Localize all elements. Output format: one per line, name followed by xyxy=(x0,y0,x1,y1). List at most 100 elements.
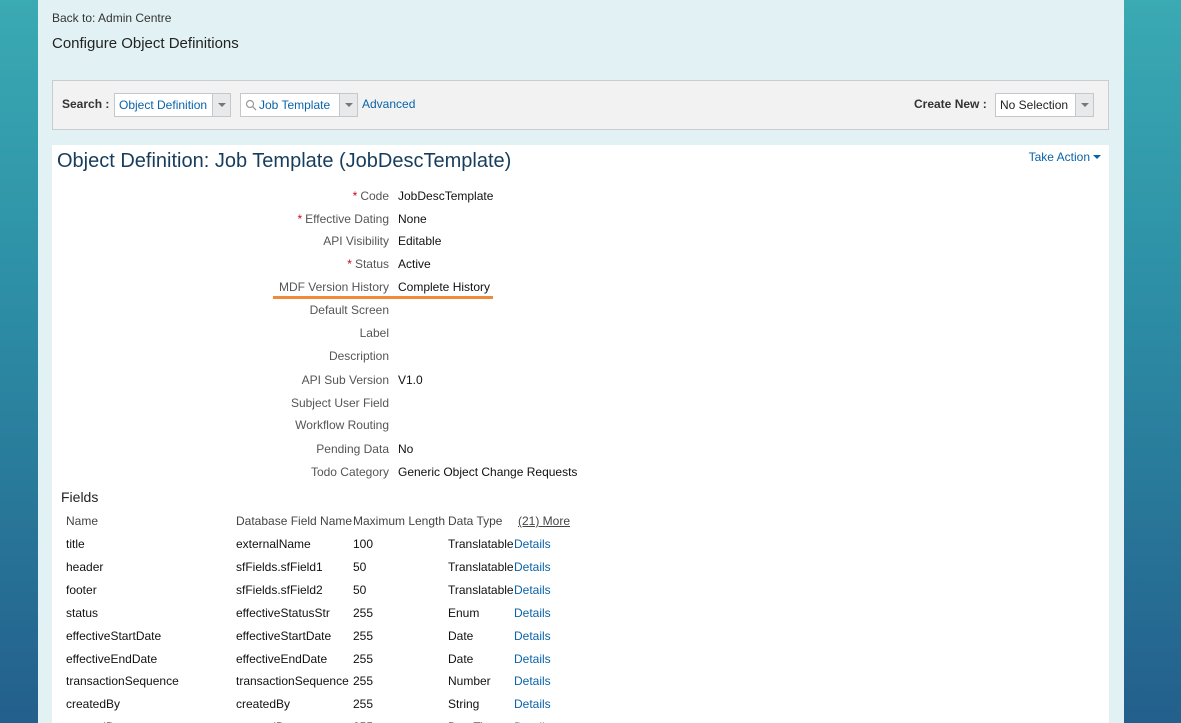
property-label: MDF Version History xyxy=(278,280,389,294)
property-value: V1.0 xyxy=(398,373,423,387)
property-row: Label xyxy=(52,326,752,346)
field-cell: Translatable xyxy=(448,560,514,574)
chevron-down-icon[interactable] xyxy=(339,94,357,116)
field-cell: String xyxy=(448,697,480,711)
field-cell: header xyxy=(66,560,104,574)
field-cell: effectiveEndDate xyxy=(66,652,158,666)
property-label: API Sub Version xyxy=(301,373,389,387)
advanced-search-link[interactable]: Advanced xyxy=(362,97,415,111)
field-details-link[interactable]: Details xyxy=(514,652,551,666)
property-label: API Visibility xyxy=(323,234,389,248)
chevron-down-icon[interactable] xyxy=(1075,94,1093,116)
property-row: Subject User Field xyxy=(52,396,752,416)
search-type-value: Object Definition xyxy=(119,98,208,112)
column-header-max-length: Maximum Length xyxy=(353,514,446,528)
search-object-value: Job Template xyxy=(259,98,331,112)
property-row: * Status Active xyxy=(52,257,752,277)
required-asterisk: * xyxy=(347,257,352,271)
caret-down-icon xyxy=(1093,155,1101,159)
field-cell: 255 xyxy=(353,697,374,711)
required-asterisk: * xyxy=(297,212,303,226)
property-label: Label xyxy=(359,326,389,340)
property-label: Workflow Routing xyxy=(295,418,389,432)
field-cell: Translatable xyxy=(448,537,514,551)
field-cell: Date xyxy=(448,629,474,643)
field-cell: 255 xyxy=(353,674,374,688)
field-cell: 255 xyxy=(353,629,374,643)
property-value: None xyxy=(398,212,427,226)
more-columns-link[interactable]: (21) More xyxy=(518,514,570,528)
create-new-value: No Selection xyxy=(1000,98,1069,112)
property-label: * Status xyxy=(347,257,389,271)
column-header-name: Name xyxy=(66,514,99,528)
field-cell: sfFields.sfField1 xyxy=(236,560,323,574)
field-cell: createdBy xyxy=(66,697,121,711)
search-icon xyxy=(245,99,257,111)
search-type-select[interactable]: Object Definition xyxy=(114,93,231,117)
property-row: Default Screen xyxy=(52,303,752,323)
object-definition-panel: Object Definition: Job Template (JobDesc… xyxy=(52,145,1109,723)
field-cell: transactionSequence xyxy=(66,674,179,688)
back-to-admin-centre-link[interactable]: Back to: Admin Centre xyxy=(52,11,171,25)
search-label: Search : xyxy=(62,97,110,111)
property-value: Editable xyxy=(398,234,442,248)
column-header-data-type: Data Type xyxy=(448,514,503,528)
property-value: JobDescTemplate xyxy=(398,189,494,203)
property-value: Generic Object Change Requests xyxy=(398,465,578,479)
column-header-db-field: Database Field Name xyxy=(236,514,353,528)
required-asterisk: * xyxy=(352,189,358,203)
field-cell: 255 xyxy=(353,606,374,620)
field-details-link[interactable]: Details xyxy=(514,674,551,688)
field-cell: externalName xyxy=(236,537,311,551)
create-new-select[interactable]: No Selection xyxy=(995,93,1094,117)
property-row: Pending Data No xyxy=(52,442,752,462)
app-shell: Back to: Admin Centre Configure Object D… xyxy=(38,0,1124,723)
fields-heading: Fields xyxy=(61,489,99,505)
field-cell: 255 xyxy=(353,652,374,666)
create-new-label: Create New : xyxy=(914,97,987,111)
take-action-label: Take Action xyxy=(1028,150,1090,164)
property-row: Description xyxy=(52,349,752,369)
property-label: Default Screen xyxy=(309,303,389,317)
chevron-down-icon[interactable] xyxy=(212,94,230,116)
field-cell: sfFields.sfField2 xyxy=(236,583,323,597)
property-value: Active xyxy=(398,257,431,271)
field-cell: Number xyxy=(448,674,491,688)
highlight-underline xyxy=(273,296,493,299)
take-action-menu[interactable]: Take Action xyxy=(1029,150,1101,164)
field-cell: createdBy xyxy=(236,697,291,711)
field-cell: 50 xyxy=(353,560,367,574)
property-label: * Effective Dating xyxy=(297,212,390,226)
property-label: * Code xyxy=(352,189,389,203)
property-label: Subject User Field xyxy=(290,396,389,410)
property-value: No xyxy=(398,442,414,456)
field-cell: Date xyxy=(448,652,474,666)
page-title: Configure Object Definitions xyxy=(52,35,239,52)
field-cell: footer xyxy=(66,583,97,597)
field-details-link[interactable]: Details xyxy=(514,537,551,551)
field-details-link[interactable]: Details xyxy=(514,606,551,620)
field-details-link[interactable]: Details xyxy=(514,697,551,711)
object-title: Object Definition: Job Template (JobDesc… xyxy=(57,150,512,172)
property-label: Pending Data xyxy=(316,442,389,456)
field-cell: title xyxy=(66,537,85,551)
field-cell: Translatable xyxy=(448,583,514,597)
property-row: Workflow Routing xyxy=(52,418,752,438)
field-cell: 50 xyxy=(353,583,367,597)
property-row: * Effective Dating None xyxy=(52,212,752,232)
search-panel: Search : Object Definition Job Template … xyxy=(52,80,1109,130)
field-details-link[interactable]: Details xyxy=(514,629,551,643)
field-cell: effectiveStatusStr xyxy=(236,606,330,620)
field-details-link[interactable]: Details xyxy=(514,560,551,574)
field-details-link[interactable]: Details xyxy=(514,583,551,597)
field-cell: effectiveEndDate xyxy=(236,652,328,666)
field-cell: 100 xyxy=(353,537,374,551)
property-row: Todo Category Generic Object Change Requ… xyxy=(52,465,752,485)
field-cell: transactionSequence xyxy=(236,674,349,688)
property-row: * Code JobDescTemplate xyxy=(52,189,752,209)
property-label: Todo Category xyxy=(310,465,389,479)
property-row: API Sub Version V1.0 xyxy=(52,373,752,393)
field-cell: Enum xyxy=(448,606,480,620)
field-cell: status xyxy=(66,606,99,620)
search-object-input[interactable]: Job Template xyxy=(240,93,358,117)
